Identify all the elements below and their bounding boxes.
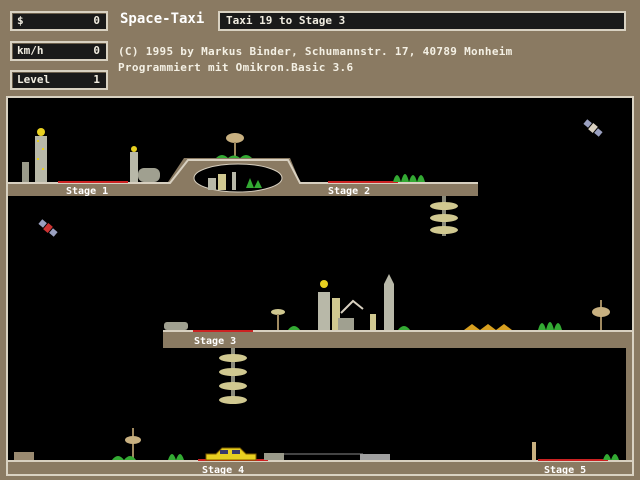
money-label: $ (17, 14, 24, 27)
grass-plant (393, 174, 425, 182)
money-value: 0 (93, 14, 100, 27)
hill-tree (216, 133, 252, 158)
stage-4-label: Stage 4 (202, 465, 244, 474)
taxi-status: Taxi 19 to Stage 3 (218, 11, 626, 31)
rocks (464, 324, 512, 330)
game-title: Space-Taxi (120, 11, 205, 27)
landing-pad-stage-1 (58, 181, 128, 183)
ground-floor (8, 460, 632, 474)
level-label: Level (17, 73, 51, 86)
city-buildings-3 (164, 274, 410, 330)
satellite-2 (38, 219, 58, 237)
stage-3-label: Stage 3 (194, 336, 236, 347)
stage-1-label: Stage 1 (66, 186, 108, 197)
level-display: Level 1 (10, 70, 108, 90)
stage-5-label: Stage 5 (544, 465, 586, 474)
space-taxi (205, 447, 257, 461)
stage-2-label: Stage 2 (328, 186, 370, 197)
city-buildings-1 (22, 128, 160, 182)
hanging-tower-1 (430, 196, 458, 236)
grass-plant-3 (538, 322, 562, 330)
speed-value: 0 (93, 44, 100, 57)
game-canvas: Stage 1 Stage 2 Stage 3 Stage 4 Stage 5 (8, 119, 632, 476)
speed-display: km/h 0 (10, 41, 108, 61)
landing-pad-stage-2 (328, 181, 398, 183)
dome-tower-3 (592, 300, 610, 330)
level-value: 1 (93, 73, 100, 86)
game-field[interactable]: Stage 1 Stage 2 Stage 3 Stage 4 Stage 5 (6, 96, 634, 476)
speed-label: km/h (17, 44, 44, 57)
programmed-with-text: Programmiert mit Omikron.Basic 3.6 (118, 61, 354, 74)
landing-pad-stage-5 (538, 459, 608, 461)
money-display: $ 0 (10, 11, 108, 31)
copyright-text: (C) 1995 by Markus Binder, Schumannstr. … (118, 45, 513, 58)
landing-pad-stage-3 (193, 330, 253, 332)
satellite-1 (583, 119, 603, 137)
bottom-scenery (14, 428, 619, 460)
hanging-tower-2 (219, 348, 247, 404)
